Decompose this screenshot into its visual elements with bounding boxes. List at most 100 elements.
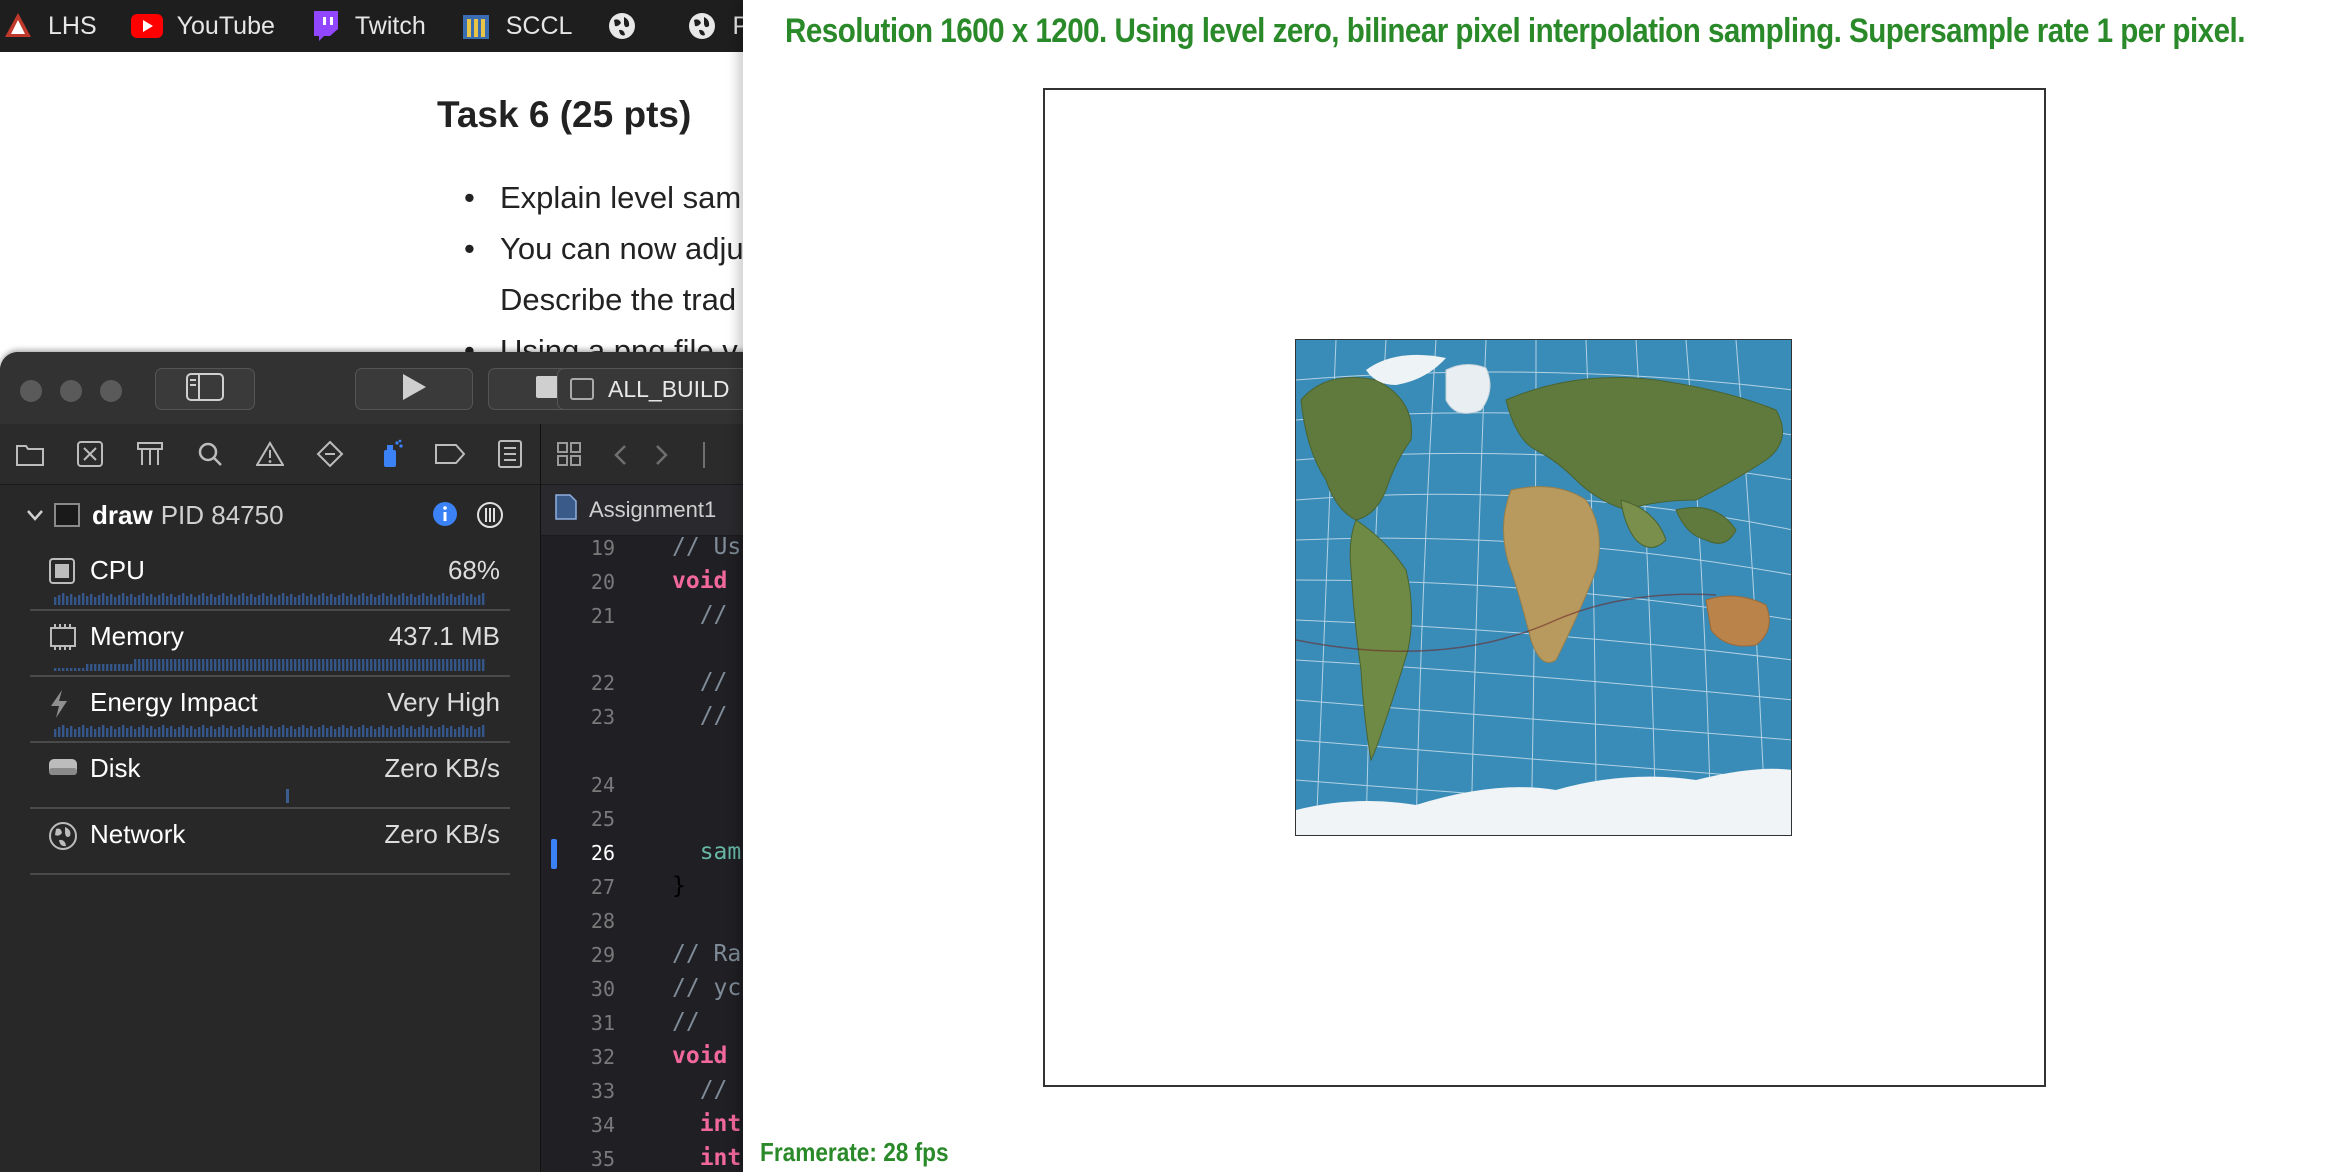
close-window-button[interactable] [20, 380, 42, 402]
sidebar-toggle-button[interactable] [155, 368, 255, 410]
folder-icon[interactable] [0, 442, 60, 466]
code-line[interactable]: 20 void [541, 566, 760, 600]
spark-bar [458, 727, 461, 737]
report-list-icon[interactable] [480, 440, 540, 468]
debug-spray-icon[interactable] [360, 439, 420, 469]
breakpoint-tag-icon[interactable] [420, 443, 480, 465]
code-line[interactable]: 27} [541, 871, 760, 905]
network-gauge[interactable]: Network Zero KB/s [30, 807, 510, 875]
info-icon[interactable] [432, 501, 458, 534]
memory-gauge[interactable]: Memory 437.1 MB [30, 609, 510, 677]
source-editor[interactable]: Assignment1 19// Us 20 void 21 // 22 //23 //… [540, 424, 760, 1172]
chevron-right-icon[interactable] [655, 444, 669, 471]
spark-bar [366, 596, 369, 605]
spark-bar [450, 594, 453, 605]
spark-bar [334, 659, 337, 671]
spark-bar [174, 729, 177, 737]
spark-bar [170, 659, 173, 671]
spark-bar [94, 729, 97, 737]
chevron-down-icon[interactable] [20, 509, 50, 521]
spark-bar [418, 659, 421, 671]
spark-bar [250, 659, 253, 671]
code-line[interactable]: 34 int [541, 1109, 760, 1143]
spark-bar [202, 659, 205, 671]
source-control-icon[interactable] [60, 441, 120, 467]
test-diamond-icon[interactable] [300, 440, 360, 468]
grid-icon[interactable] [557, 442, 581, 471]
code-line[interactable]: 30 // yc [541, 973, 760, 1007]
spark-bar [298, 727, 301, 737]
energy-gauge[interactable]: Energy Impact Very High [30, 675, 510, 743]
spark-bar [74, 668, 77, 671]
code-line[interactable]: 31 // [541, 1007, 760, 1041]
spark-bar [58, 668, 61, 671]
spark-bar [322, 725, 325, 737]
spark-bar [422, 593, 425, 605]
spark-bar [478, 727, 481, 737]
thread-view-icon[interactable] [476, 501, 504, 536]
code-line[interactable]: 25 [541, 803, 760, 837]
gauge-value: 437.1 MB [388, 621, 500, 651]
spark-bar [274, 659, 277, 671]
spark-bar [318, 595, 321, 605]
spark-bar [442, 659, 445, 671]
spark-bar [262, 593, 265, 605]
bookmark-twitch[interactable]: Twitch [309, 10, 426, 42]
spark-bar [306, 596, 309, 605]
spark-bar [122, 725, 125, 737]
spark-bar [210, 594, 213, 605]
code-line[interactable]: 29 // Ra [541, 939, 760, 973]
spark-bar [318, 727, 321, 737]
cpu-gauge[interactable]: CPU 68% [30, 543, 510, 611]
symbol-hierarchy-icon[interactable] [120, 441, 180, 467]
scheme-selector[interactable]: ALL_BUILD [557, 368, 760, 410]
spark-bar [182, 659, 185, 671]
zoom-window-button[interactable] [100, 380, 122, 402]
run-button[interactable] [355, 368, 473, 410]
bookmark-lhs[interactable]: LHS [2, 10, 97, 42]
spark-bar [126, 664, 129, 671]
spark-bar [354, 597, 357, 605]
spark-bar [430, 726, 433, 737]
spark-bar [482, 593, 485, 605]
spark-bar [326, 659, 329, 671]
code-line[interactable]: 32 void [541, 1041, 760, 1075]
code-line[interactable]: 33 // [541, 1075, 760, 1109]
spark-bar [374, 597, 377, 605]
line-number: 31 [590, 1011, 615, 1035]
spark-bar [262, 725, 265, 737]
spark-bar [106, 664, 109, 671]
code-line[interactable]: 21 // [541, 600, 760, 634]
code-line[interactable]: 22 // [541, 667, 760, 701]
bookmark-globe[interactable] [606, 10, 652, 42]
spark-bar [66, 728, 69, 737]
framerate-text: Framerate: 28 fps [760, 1137, 949, 1167]
twitch-icon [309, 10, 341, 42]
bookmark-youtube[interactable]: YouTube [130, 10, 275, 42]
code-line[interactable]: 19 // Us [541, 532, 760, 566]
minimize-window-button[interactable] [60, 380, 82, 402]
warning-icon[interactable] [240, 441, 300, 467]
process-row[interactable]: draw PID 84750 [20, 495, 510, 535]
editor-jump-bar [541, 424, 760, 485]
line-number: 20 [590, 570, 615, 594]
file-breadcrumb[interactable]: Assignment1 [541, 485, 760, 536]
spark-bar [358, 727, 361, 737]
spark-bar [426, 659, 429, 671]
code-line[interactable]: 35 int [541, 1143, 760, 1172]
spark-bar [178, 595, 181, 605]
bookmark-sccl[interactable]: SCCL [460, 10, 572, 42]
code-line[interactable]: 24 [541, 769, 760, 803]
code-line[interactable]: 26 sam [541, 837, 760, 871]
spark-bar [370, 594, 373, 605]
spark-bar [294, 729, 297, 737]
chevron-left-icon[interactable] [613, 444, 627, 471]
disk-gauge[interactable]: Disk Zero KB/s [30, 741, 510, 809]
spark-bar [270, 726, 273, 737]
spark-bar [198, 595, 201, 605]
spark-bar [378, 727, 381, 737]
code-line[interactable]: 23 // [541, 701, 760, 735]
code-line[interactable]: 28 [541, 905, 760, 939]
search-icon[interactable] [180, 441, 240, 467]
spark-bar [218, 727, 221, 737]
